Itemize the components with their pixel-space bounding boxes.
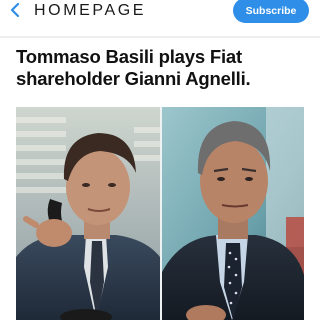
chevron-left-icon[interactable] [8,1,22,19]
top-bar: HOMEPAGE Subscribe [0,0,320,25]
subscribe-button[interactable]: Subscribe [233,0,309,23]
page-title: HOMEPAGE [34,2,147,19]
article-headline: Tommaso Basili plays Fiat shareholder Gi… [16,46,251,89]
header-divider [0,36,320,38]
article-photo [16,107,304,320]
